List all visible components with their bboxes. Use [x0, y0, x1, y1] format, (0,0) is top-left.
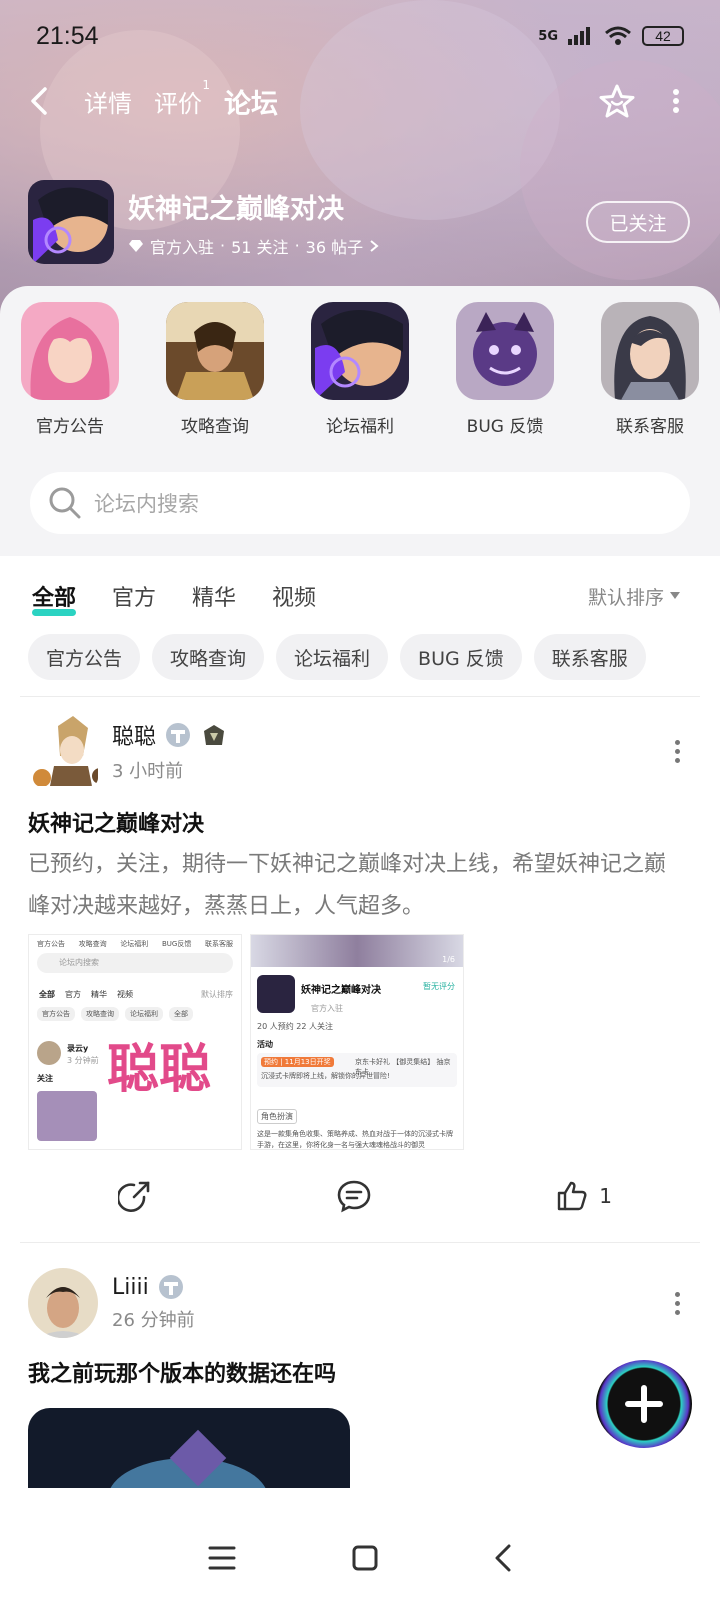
search-placeholder: 论坛内搜索 [94, 492, 199, 516]
category-row: 官方公告 攻略查询 论坛福利 BUG 反馈 联系客服 [20, 302, 700, 437]
category-customer-service[interactable]: 联系客服 [600, 302, 700, 437]
tab-forum[interactable]: 论坛 [224, 82, 278, 123]
plus-icon [625, 1385, 663, 1423]
post-body: 已预约，关注，期待一下妖神记之巅峰对决上线，希望妖神记之巅峰对决越来越好，蒸蒸日… [28, 852, 667, 919]
status-time: 21:54 [36, 21, 99, 50]
post-actions: 1 [0, 1176, 720, 1216]
thumb-up-icon [558, 1181, 587, 1211]
system-nav-bar [0, 1515, 720, 1601]
chip-bug-report[interactable]: BUG 反馈 [400, 634, 522, 680]
new-post-button[interactable] [596, 1360, 692, 1448]
post-video-thumbnail[interactable] [28, 1408, 350, 1488]
reviews-count-badge: 1 [202, 77, 210, 92]
filter-tab-all[interactable]: 全部 [32, 580, 77, 616]
chip-customer-service[interactable]: 联系客服 [533, 634, 646, 680]
search-icon [49, 487, 81, 519]
network-label: 5G [538, 28, 558, 44]
category-bug-report[interactable]: BUG 反馈 [455, 302, 555, 437]
category-guide[interactable]: 攻略查询 [165, 302, 265, 437]
like-count: 1 [599, 1184, 612, 1208]
post-image-2[interactable]: 1/6 妖神记之巅峰对决 暂无评分 官方入驻 20 人预约 22 人关注 活动 … [250, 934, 464, 1150]
chip-guide[interactable]: 攻略查询 [152, 634, 265, 680]
avatar[interactable] [28, 716, 98, 786]
status-bar: 21:54 5G 42 [36, 16, 684, 56]
game-info-row: 妖神记之巅峰对决 官方入驻 · 51 关注 · 36 帖子 已关注 [28, 180, 690, 264]
post-title: 妖神记之巅峰对决 [28, 812, 205, 837]
forum-search-box[interactable]: 论坛内搜索 [30, 472, 690, 534]
diamond-icon [129, 239, 143, 252]
menu-icon[interactable] [207, 1545, 237, 1571]
sort-dropdown[interactable]: 默认排序 [588, 583, 680, 610]
player-badge-icon [158, 1275, 183, 1299]
avatar[interactable] [28, 1268, 98, 1338]
share-icon[interactable] [118, 1179, 152, 1213]
divider [20, 1242, 700, 1243]
category-welfare[interactable]: 论坛福利 [310, 302, 410, 437]
game-meta[interactable]: 官方入驻 · 51 关注 · 36 帖子 [128, 234, 379, 258]
battery-icon: 42 [642, 26, 684, 46]
filter-tabs: 全部 官方 精华 视频 默认排序 [32, 574, 680, 618]
post-card[interactable]: 聪聪 3 小时前 妖神记之巅峰对决 已预约，关注，期待一下妖神记之巅峰对决上线，… [0, 716, 720, 1236]
post-image-1[interactable]: 官方公告 攻略查询 论坛福利 BUG反馈 联系客服 论坛内搜索 全部 官方 精华 视频 默认排… [28, 934, 242, 1150]
chip-announcement[interactable]: 官方公告 [28, 634, 141, 680]
favorite-star-icon[interactable] [598, 83, 636, 119]
filter-tab-featured[interactable]: 精华 [192, 580, 236, 612]
more-menu-icon[interactable] [672, 88, 680, 114]
wifi-icon [605, 26, 631, 45]
signal-icon [568, 27, 590, 45]
game-icon[interactable] [28, 180, 114, 264]
followed-button[interactable]: 已关注 [586, 201, 690, 243]
post-title: 我之前玩那个版本的数据还在吗 [28, 1362, 337, 1387]
filter-tab-official[interactable]: 官方 [112, 580, 156, 612]
girl-character-icon [601, 302, 699, 400]
watermark-text: 聪聪 [107, 1040, 212, 1100]
top-nav: 详情 评价 1 论坛 [30, 76, 680, 126]
post-more-icon[interactable] [675, 739, 680, 763]
purple-beast-icon [456, 302, 554, 400]
post-author[interactable]: Liiii [112, 1275, 149, 1300]
divider [20, 696, 700, 697]
home-icon[interactable] [351, 1544, 379, 1572]
warrior-character-icon [166, 302, 264, 400]
pink-hair-character-icon [21, 302, 119, 400]
tab-details[interactable]: 详情 [84, 84, 132, 119]
player-badge-icon [166, 723, 191, 747]
chevron-right-icon [370, 239, 379, 252]
back-arrow-icon [31, 87, 47, 115]
chip-welfare[interactable]: 论坛福利 [276, 634, 389, 680]
medal-icon [204, 725, 225, 745]
filter-tab-video[interactable]: 视频 [272, 580, 316, 612]
post-time: 26 分钟前 [112, 1310, 195, 1331]
forum-sheet: 官方公告 攻略查询 论坛福利 BUG 反馈 联系客服 论坛内搜索 [0, 286, 720, 556]
post-more-icon[interactable] [675, 1291, 680, 1315]
back-button[interactable] [30, 81, 62, 121]
topic-chips: 官方公告 攻略查询 论坛福利 BUG 反馈 联系客服 [28, 634, 692, 680]
like-button[interactable]: 1 [555, 1179, 612, 1213]
post-time: 3 小时前 [112, 761, 184, 782]
comment-icon[interactable] [336, 1179, 372, 1213]
back-icon[interactable] [493, 1543, 513, 1573]
game-logo-icon [311, 302, 409, 400]
forum-header: 21:54 5G 42 详情 评价 1 论坛 妖神记之巅峰对决 官方入驻 · 5… [0, 0, 720, 330]
tab-reviews[interactable]: 评价 1 [154, 78, 210, 119]
category-announcement[interactable]: 官方公告 [20, 302, 120, 437]
game-title: 妖神记之巅峰对决 [128, 193, 344, 225]
post-author[interactable]: 聪聪 [112, 719, 156, 751]
caret-down-icon [670, 592, 680, 599]
